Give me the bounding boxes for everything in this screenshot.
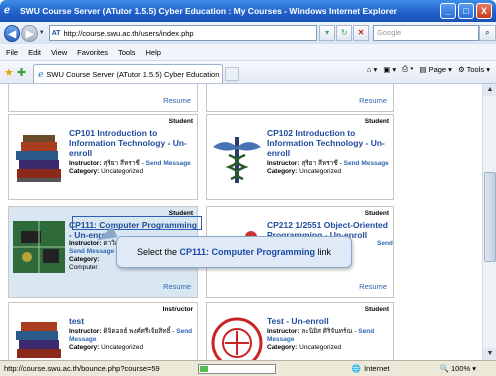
role-label: Student xyxy=(364,210,389,217)
command-bar: ⌂ ▾ ▣ ▾ ⎙ ▾ ▤ Page ▾ ⚙ Tools ▾ xyxy=(367,64,490,74)
tab-label: SWU Course Server (ATutor 1.5.5) Cyber E… xyxy=(46,69,224,79)
course-title-link[interactable]: Test - Un-enroll xyxy=(267,316,392,326)
callout-target: CP111: Computer Programming xyxy=(179,247,316,257)
tab-active[interactable]: ℯ SWU Course Server (ATutor 1.5.5) Cyber… xyxy=(33,64,224,83)
instructor-name: ละนิยิส ศิริจันทร์ณ xyxy=(301,328,353,335)
course-card: Resume xyxy=(206,84,394,112)
course-card: Student CP101 Introduction to Informatio… xyxy=(8,114,198,200)
circuit-board-thumbnail-icon xyxy=(13,221,65,273)
university-seal-thumbnail-icon xyxy=(211,317,263,360)
address-bar: ◀ ▶ ▼ AT http://course.swu.ac.th/users/i… xyxy=(0,22,496,44)
maximize-button[interactable]: □ xyxy=(458,3,474,19)
category-value: Uncategorized xyxy=(101,344,144,351)
scroll-down-icon[interactable]: ▼ xyxy=(483,348,496,360)
scroll-thumb[interactable] xyxy=(484,172,496,262)
page-menu[interactable]: ▤ Page ▾ xyxy=(419,65,452,74)
course-title-link[interactable]: test xyxy=(69,316,194,326)
category-value: Uncategorized xyxy=(101,168,144,175)
menu-file[interactable]: File xyxy=(6,48,18,57)
books-thumbnail-icon xyxy=(16,135,61,182)
menu-edit[interactable]: Edit xyxy=(28,48,41,57)
search-icon[interactable]: ⌕ xyxy=(478,25,496,41)
url-field[interactable]: AT http://course.swu.ac.th/users/index.p… xyxy=(48,25,318,41)
resume-link[interactable]: Resume xyxy=(163,282,191,291)
feeds-icon[interactable]: ▣ ▾ xyxy=(383,65,396,74)
favorites-star-icon[interactable]: ★ xyxy=(4,66,14,79)
scroll-up-icon[interactable]: ▲ xyxy=(483,84,496,96)
category-value: Uncategorized xyxy=(299,344,342,351)
print-icon[interactable]: ⎙ ▾ xyxy=(402,64,413,74)
atutor-favicon-icon: AT xyxy=(51,29,61,37)
globe-icon: 🌐 xyxy=(351,364,362,373)
back-button[interactable]: ◀ xyxy=(4,24,21,42)
resume-link[interactable]: Resume xyxy=(359,96,387,105)
minimize-button[interactable]: _ xyxy=(440,3,456,19)
refresh-icon[interactable]: ↻ xyxy=(336,25,353,41)
tools-menu[interactable]: ⚙ Tools ▾ xyxy=(458,65,490,74)
category-value: Uncategorized xyxy=(299,168,342,175)
instructor-name: ดิจิตอลธ์ พงศ์ศรีเจ้ยสิทธิ์ xyxy=(103,328,171,335)
menu-tools[interactable]: Tools xyxy=(118,48,136,57)
send-message-link[interactable]: Send Message xyxy=(344,160,389,167)
ie-logo-icon: ℯ xyxy=(4,5,10,16)
course-meta: Send xyxy=(377,240,397,248)
security-zone: 🌐 Internet xyxy=(351,364,390,373)
search-input[interactable]: Google xyxy=(373,25,479,41)
history-dropdown-icon[interactable]: ▼ xyxy=(39,30,45,36)
category-value: Computer xyxy=(69,264,98,271)
menu-bar: File Edit View Favorites Tools Help xyxy=(0,44,496,61)
menu-help[interactable]: Help xyxy=(146,48,161,57)
link-highlight-box xyxy=(72,216,202,230)
course-meta: Instructor: ละนิยิส ศิริจันทร์ณ - Send M… xyxy=(267,328,375,351)
forward-button[interactable]: ▶ xyxy=(21,24,38,42)
course-meta: Instructor: สุริยา สีหราชี - Send Messag… xyxy=(69,160,191,175)
vertical-scrollbar[interactable]: ▲ ▼ xyxy=(482,84,496,360)
resume-link[interactable]: Resume xyxy=(359,282,387,291)
menu-view[interactable]: View xyxy=(51,48,67,57)
tutorial-callout: Select the CP111: Computer Programming l… xyxy=(116,236,352,268)
course-title-link[interactable]: CP101 Introduction to Information Techno… xyxy=(69,128,194,158)
window-title: SWU Course Server (ATutor 1.5.5) Cyber E… xyxy=(20,6,397,16)
role-label: Student xyxy=(364,306,389,313)
course-card: Resume xyxy=(8,84,198,112)
role-label: Student xyxy=(168,118,193,125)
status-bar: http://course.swu.ac.th/bounce.php?cours… xyxy=(0,360,496,376)
send-message-link[interactable]: Send Message xyxy=(146,160,191,167)
course-meta: Instructor: ดิจิตอลธ์ พงศ์ศรีเจ้ยสิทธิ์ … xyxy=(69,328,193,351)
instructor-name: สุริยา สีหราชี xyxy=(103,160,140,167)
url-text: http://course.swu.ac.th/users/index.php xyxy=(63,28,194,38)
role-label: Student xyxy=(364,118,389,125)
menu-favorites[interactable]: Favorites xyxy=(77,48,108,57)
add-favorites-icon[interactable]: ✚ xyxy=(17,66,26,79)
home-icon[interactable]: ⌂ ▾ xyxy=(367,65,377,74)
status-url: http://course.swu.ac.th/bounce.php?cours… xyxy=(4,364,160,373)
page-load-progress xyxy=(198,363,276,374)
close-button[interactable]: X xyxy=(476,3,492,19)
send-message-link[interactable]: Send xyxy=(377,240,393,247)
books-thumbnail-icon xyxy=(16,322,61,358)
zoom-level[interactable]: 🔍 100% ▾ xyxy=(440,364,476,373)
course-meta: Instructor: สุริยา สีหราชี - Send Messag… xyxy=(267,160,389,175)
caduceus-thumbnail-icon xyxy=(213,137,261,183)
instructor-name: สุริยา สีหราชี xyxy=(301,160,338,167)
course-card: Student CP102 Introduction to Informatio… xyxy=(206,114,394,200)
resume-link[interactable]: Resume xyxy=(163,96,191,105)
send-message-link[interactable]: Send Message xyxy=(69,248,114,255)
course-title-link[interactable]: CP102 Introduction to Information Techno… xyxy=(267,128,392,158)
course-card: Instructor test Instructor: ดิจิตอลธ์ พง… xyxy=(8,302,198,360)
role-label: Instructor xyxy=(162,306,193,313)
url-dropdown-icon[interactable]: ▾ xyxy=(319,25,336,41)
new-tab-button[interactable] xyxy=(225,67,240,81)
stop-icon[interactable]: ✕ xyxy=(353,25,370,41)
course-card: Student Test - Un-enroll Instructor: ละน… xyxy=(206,302,394,360)
ie-tab-icon: ℯ xyxy=(38,68,44,79)
window-titlebar: ℯ SWU Course Server (ATutor 1.5.5) Cyber… xyxy=(0,0,496,22)
